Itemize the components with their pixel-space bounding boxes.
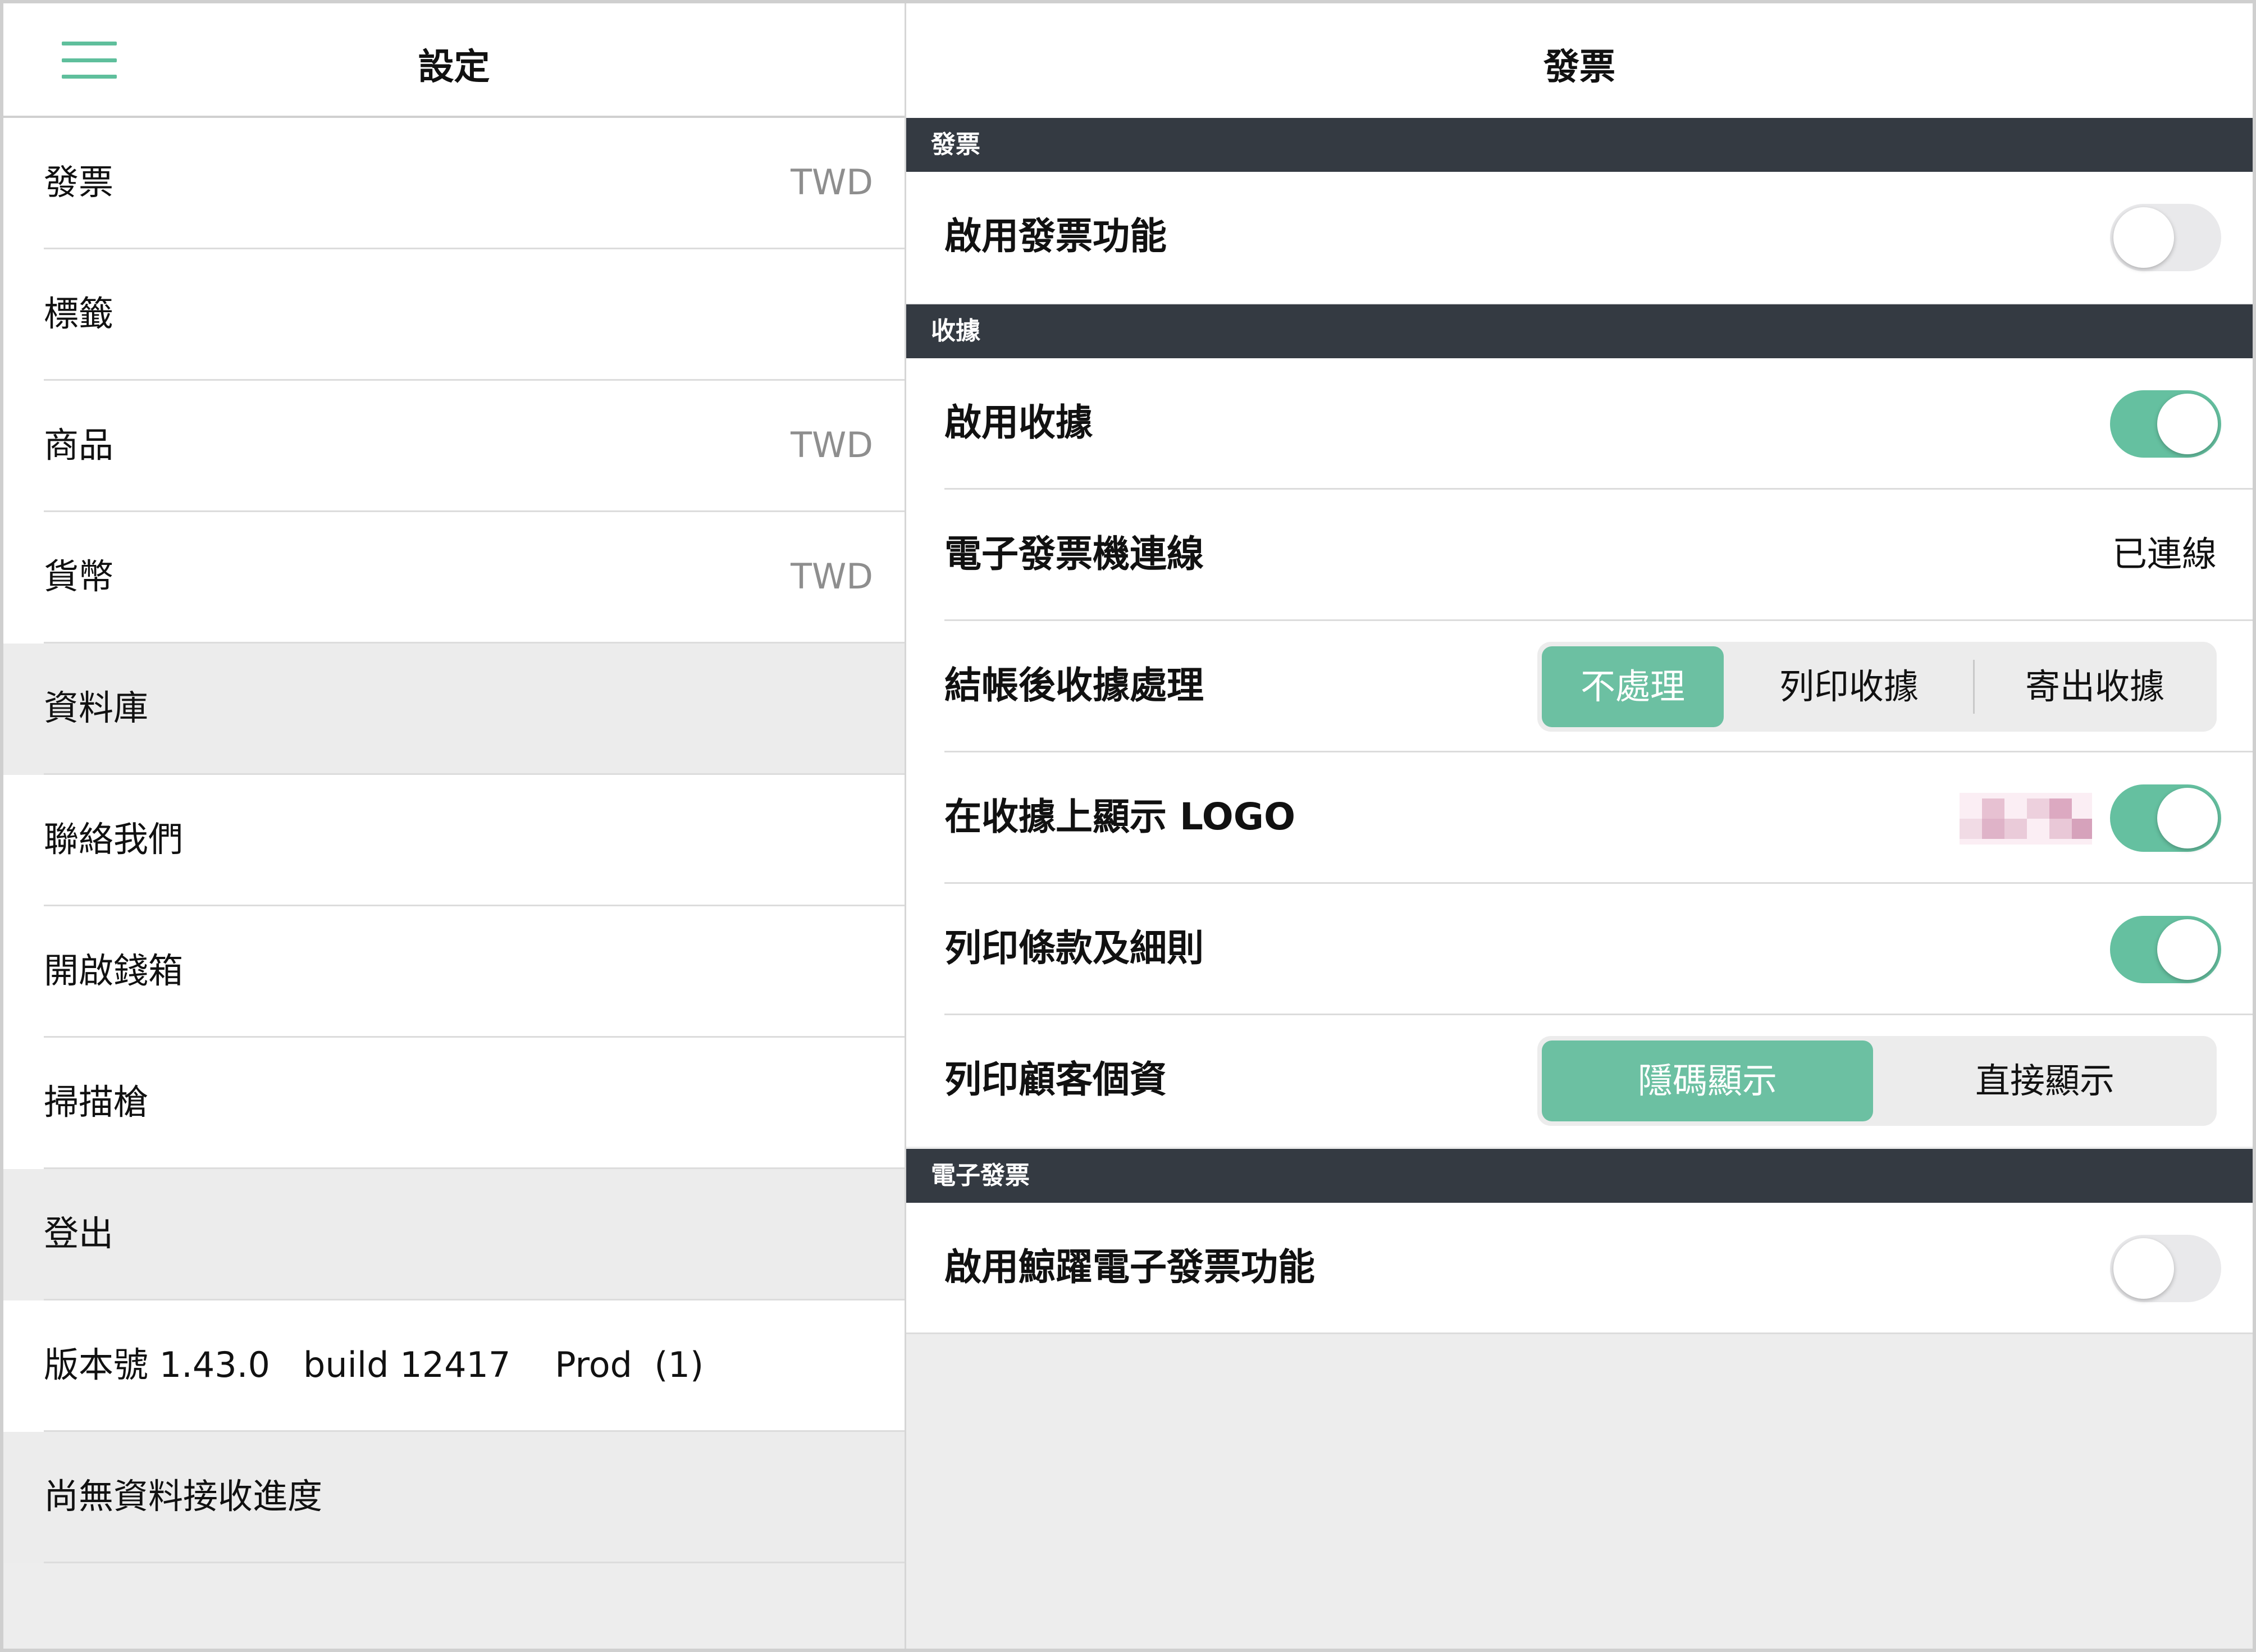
section-header-receipt: 收據 (906, 304, 2253, 358)
divider (44, 1562, 905, 1563)
sidebar-item-value: TWD (791, 162, 873, 203)
sidebar-item-label: 貨幣 (44, 556, 114, 597)
divider (906, 1332, 2253, 1334)
section-header-label: 發票 (931, 130, 980, 159)
print-customer-info-row: 列印顧客個資 隱碼顯示 直接顯示 (906, 1015, 2253, 1147)
section-header-e-invoice: 電子發票 (906, 1149, 2253, 1203)
after-checkout-segmented-control: 不處理 列印收據 寄出收據 (1537, 642, 2217, 732)
section-header-label: 電子發票 (931, 1161, 1030, 1190)
segment-send-receipt[interactable]: 寄出收據 (1978, 646, 2212, 727)
enable-whale-e-invoice-toggle[interactable] (2110, 1235, 2221, 1302)
enable-receipt-row: 啟用收據 (906, 358, 2253, 490)
data-sync-status: 尚無資料接收進度 (3, 1432, 905, 1563)
segment-print-receipt[interactable]: 列印收據 (1728, 646, 1970, 727)
sync-status-label: 尚無資料接收進度 (44, 1476, 323, 1517)
sidebar-item-invoice[interactable]: 發票 TWD (3, 118, 905, 249)
enable-receipt-label: 啟用收據 (944, 401, 1093, 444)
segment-direct-display[interactable]: 直接顯示 (1878, 1041, 2212, 1121)
print-terms-toggle[interactable] (2110, 916, 2221, 983)
sidebar-item-tags[interactable]: 標籤 (3, 249, 905, 381)
customer-info-segmented-control: 隱碼顯示 直接顯示 (1537, 1036, 2217, 1126)
after-checkout-label: 結帳後收據處理 (944, 664, 1204, 707)
sidebar-item-label: 聯絡我們 (44, 819, 184, 860)
sidebar-item-products[interactable]: 商品 TWD (3, 381, 905, 512)
enable-whale-e-invoice-row: 啟用鯨躍電子發票功能 (906, 1203, 2253, 1334)
show-logo-row: 在收據上顯示 LOGO (906, 752, 2253, 884)
sidebar-item-label: 商品 (44, 425, 114, 466)
version-info: 版本號 1.43.0 build 12417 Prod (1) (3, 1300, 905, 1432)
e-invoice-connection-row[interactable]: 電子發票機連線 已連線 (906, 490, 2253, 621)
sidebar-item-label: 掃描槍 (44, 1081, 149, 1122)
e-invoice-connection-label: 電子發票機連線 (944, 532, 1204, 576)
enable-invoice-label: 啟用發票功能 (944, 215, 1167, 258)
enable-invoice-toggle[interactable] (2110, 204, 2221, 271)
sidebar-header: 設定 (3, 3, 905, 118)
sidebar-item-scanner[interactable]: 掃描槍 (3, 1038, 905, 1169)
segment-no-action[interactable]: 不處理 (1542, 646, 1724, 727)
section-header-invoice: 發票 (906, 118, 2253, 172)
show-logo-toggle[interactable] (2110, 784, 2221, 852)
sidebar-item-label: 開啟錢箱 (44, 950, 184, 991)
settings-menu: 發票 TWD 標籤 商品 TWD 貨幣 TWD 資料庫 聯絡我們 開啟錢箱 掃描… (3, 118, 905, 1563)
sidebar-item-database[interactable]: 資料庫 (3, 644, 905, 775)
logo-thumbnail (1960, 793, 2092, 845)
after-checkout-row: 結帳後收據處理 不處理 列印收據 寄出收據 (906, 621, 2253, 752)
settings-sidebar: 設定 發票 TWD 標籤 商品 TWD 貨幣 TWD 資料庫 聯絡我們 開啟錢箱… (3, 3, 906, 1649)
show-logo-label: 在收據上顯示 LOGO (944, 795, 1296, 838)
section-header-label: 收據 (931, 317, 980, 345)
enable-receipt-toggle[interactable] (2110, 390, 2221, 458)
enable-whale-e-invoice-label: 啟用鯨躍電子發票功能 (944, 1245, 1315, 1289)
sidebar-item-value: TWD (791, 425, 873, 466)
sidebar-item-open-cash-drawer[interactable]: 開啟錢箱 (3, 906, 905, 1038)
sidebar-item-contact-us[interactable]: 聯絡我們 (3, 775, 905, 906)
app-window: 設定 發票 TWD 標籤 商品 TWD 貨幣 TWD 資料庫 聯絡我們 開啟錢箱… (0, 0, 2256, 1652)
version-label: 版本號 1.43.0 build 12417 Prod (1) (44, 1344, 704, 1385)
sidebar-title: 設定 (418, 47, 490, 88)
invoice-settings-panel: 發票 發票 啟用發票功能 收據 啟用收據 電子發票機連線 已連線 結帳後收據處理… (906, 3, 2253, 1649)
sidebar-item-value: TWD (791, 556, 873, 597)
sidebar-item-label: 發票 (44, 162, 114, 203)
page-title: 發票 (1543, 47, 1615, 88)
print-customer-info-label: 列印顧客個資 (944, 1058, 1167, 1101)
sidebar-item-label: 登出 (44, 1213, 114, 1254)
sidebar-item-label: 資料庫 (44, 687, 149, 728)
enable-invoice-row: 啟用發票功能 (906, 172, 2253, 303)
sidebar-item-currency[interactable]: 貨幣 TWD (3, 512, 905, 644)
connection-status: 已連線 (2112, 533, 2217, 574)
print-terms-row: 列印條款及細則 (906, 884, 2253, 1015)
print-terms-label: 列印條款及細則 (944, 927, 1204, 970)
detail-header: 發票 (906, 3, 2253, 118)
segment-masked-display[interactable]: 隱碼顯示 (1542, 1041, 1873, 1121)
sidebar-item-logout[interactable]: 登出 (3, 1169, 905, 1300)
sidebar-item-label: 標籤 (44, 293, 114, 334)
segment-divider (1973, 660, 1975, 714)
